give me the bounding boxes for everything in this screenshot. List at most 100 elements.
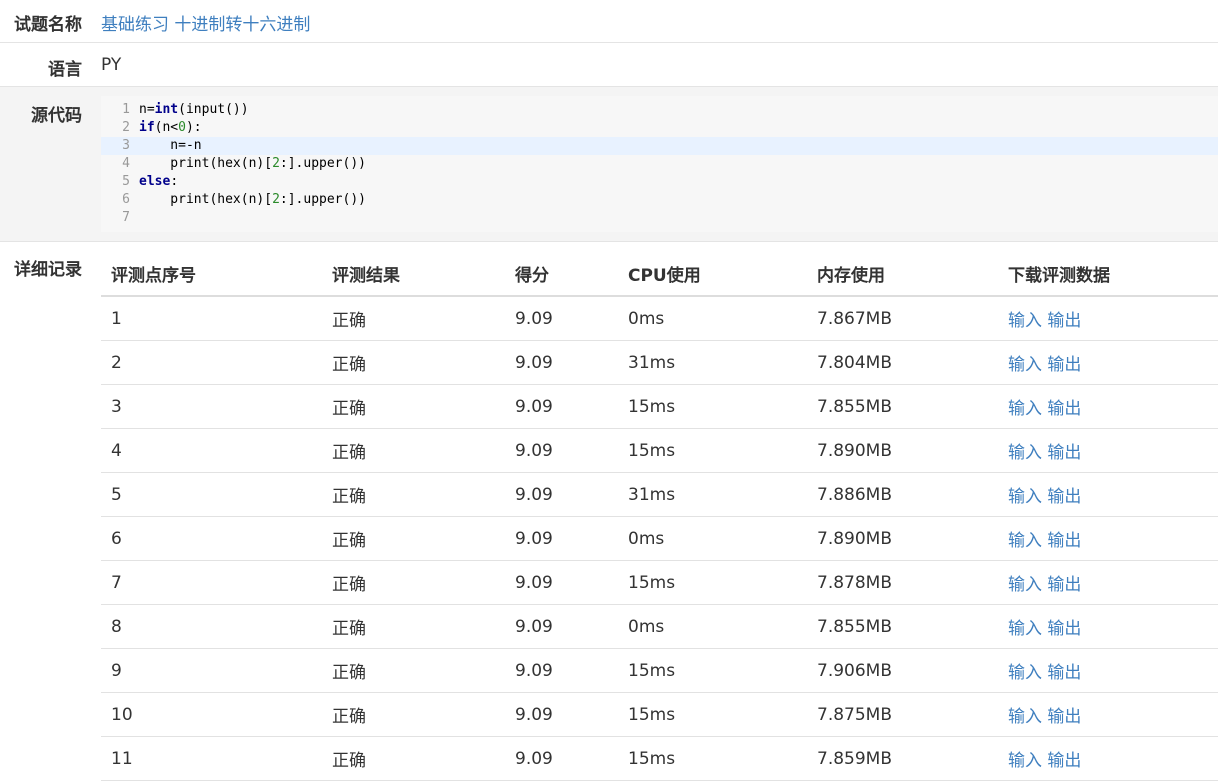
download-cell: 输入 输出 (998, 692, 1218, 737)
download-output-link[interactable]: 输出 (1047, 443, 1081, 463)
download-cell: 输入 输出 (998, 296, 1218, 341)
problem-title-row: 试题名称 基础练习 十进制转十六进制 (0, 0, 1218, 43)
download-output-link[interactable]: 输出 (1047, 399, 1081, 419)
memory-cell: 7.878MB (807, 560, 998, 605)
header-score: 得分 (505, 252, 618, 297)
result-cell: 正确 (322, 560, 505, 605)
header-download: 下载评测数据 (998, 252, 1218, 297)
score-cell: 9.09 (505, 648, 618, 693)
download-output-link[interactable]: 输出 (1047, 751, 1081, 771)
result-cell: 正确 (322, 648, 505, 693)
source-code-row: 源代码 1 n=int(input()) 2 if(n<0): 3 n=-n 4 prin… (0, 87, 1218, 242)
code-line: 4 print(hex(n)[2:].upper()) (101, 155, 1218, 173)
download-output-link[interactable]: 输出 (1047, 487, 1081, 507)
download-input-link[interactable]: 输入 (1008, 399, 1042, 419)
memory-cell: 7.906MB (807, 648, 998, 693)
line-number: 3 (122, 138, 130, 153)
code-line: 7 (101, 209, 1218, 227)
line-number: 2 (122, 120, 130, 135)
line-number: 4 (122, 156, 130, 171)
result-cell: 正确 (322, 340, 505, 385)
cpu-cell: 15ms (618, 648, 807, 693)
cpu-cell: 0ms (618, 516, 807, 561)
cpu-cell: 15ms (618, 736, 807, 781)
test-id-cell: 3 (101, 384, 322, 429)
header-cpu: CPU使用 (618, 252, 807, 297)
download-input-link[interactable]: 输入 (1008, 355, 1042, 375)
result-cell: 正确 (322, 384, 505, 429)
code-text: n=int(input()) (139, 102, 249, 117)
header-memory: 内存使用 (807, 252, 998, 297)
test-results-table: 评测点序号 评测结果 得分 CPU使用 内存使用 下载评测数据 1 正确 9.09 0… (101, 252, 1218, 781)
download-input-link[interactable]: 输入 (1008, 311, 1042, 331)
download-cell: 输入 输出 (998, 736, 1218, 781)
cpu-cell: 15ms (618, 384, 807, 429)
language-label: 语言 (48, 60, 82, 80)
test-id-cell: 6 (101, 516, 322, 561)
code-editor[interactable]: 1 n=int(input()) 2 if(n<0): 3 n=-n 4 print(he… (101, 96, 1218, 232)
download-output-link[interactable]: 输出 (1047, 531, 1081, 551)
table-header-row: 评测点序号 评测结果 得分 CPU使用 内存使用 下载评测数据 (101, 252, 1218, 297)
test-id-cell: 4 (101, 428, 322, 473)
score-cell: 9.09 (505, 472, 618, 517)
table-row: 4 正确 9.09 15ms 7.890MB 输入 输出 (101, 428, 1218, 473)
result-cell: 正确 (322, 736, 505, 781)
table-row: 2 正确 9.09 31ms 7.804MB 输入 输出 (101, 340, 1218, 385)
problem-title-link[interactable]: 基础练习 十进制转十六进制 (101, 10, 310, 35)
table-row: 10 正确 9.09 15ms 7.875MB 输入 输出 (101, 692, 1218, 737)
table-row: 6 正确 9.09 0ms 7.890MB 输入 输出 (101, 516, 1218, 561)
table-row: 3 正确 9.09 15ms 7.855MB 输入 输出 (101, 384, 1218, 429)
code-line: 5 else: (101, 173, 1218, 191)
memory-cell: 7.859MB (807, 736, 998, 781)
result-cell: 正确 (322, 516, 505, 561)
test-id-cell: 7 (101, 560, 322, 605)
download-input-link[interactable]: 输入 (1008, 487, 1042, 507)
result-cell: 正确 (322, 428, 505, 473)
code-text: if(n<0): (139, 120, 202, 135)
table-row: 5 正确 9.09 31ms 7.886MB 输入 输出 (101, 472, 1218, 517)
score-cell: 9.09 (505, 692, 618, 737)
test-id-cell: 11 (101, 736, 322, 781)
test-id-cell: 10 (101, 692, 322, 737)
download-input-link[interactable]: 输入 (1008, 443, 1042, 463)
download-output-link[interactable]: 输出 (1047, 619, 1081, 639)
download-input-link[interactable]: 输入 (1008, 751, 1042, 771)
memory-cell: 7.804MB (807, 340, 998, 385)
score-cell: 9.09 (505, 516, 618, 561)
download-output-link[interactable]: 输出 (1047, 311, 1081, 331)
cpu-cell: 15ms (618, 692, 807, 737)
cpu-cell: 15ms (618, 428, 807, 473)
memory-cell: 7.855MB (807, 384, 998, 429)
download-input-link[interactable]: 输入 (1008, 531, 1042, 551)
code-text: n=-n (139, 138, 202, 153)
result-cell: 正确 (322, 692, 505, 737)
table-row: 1 正确 9.09 0ms 7.867MB 输入 输出 (101, 296, 1218, 341)
detail-record-row: 详细记录 评测点序号 评测结果 得分 CPU使用 内存使用 下载评测数据 1 正确… (0, 242, 1218, 782)
download-input-link[interactable]: 输入 (1008, 619, 1042, 639)
score-cell: 9.09 (505, 604, 618, 649)
score-cell: 9.09 (505, 428, 618, 473)
download-output-link[interactable]: 输出 (1047, 663, 1081, 683)
test-id-cell: 9 (101, 648, 322, 693)
download-input-link[interactable]: 输入 (1008, 575, 1042, 595)
cpu-cell: 31ms (618, 340, 807, 385)
download-input-link[interactable]: 输入 (1008, 663, 1042, 683)
download-cell: 输入 输出 (998, 516, 1218, 561)
download-input-link[interactable]: 输入 (1008, 707, 1042, 727)
table-row: 9 正确 9.09 15ms 7.906MB 输入 输出 (101, 648, 1218, 693)
download-output-link[interactable]: 输出 (1047, 707, 1081, 727)
download-cell: 输入 输出 (998, 604, 1218, 649)
score-cell: 9.09 (505, 384, 618, 429)
table-row: 8 正确 9.09 0ms 7.855MB 输入 输出 (101, 604, 1218, 649)
memory-cell: 7.886MB (807, 472, 998, 517)
header-result: 评测结果 (322, 252, 505, 297)
download-output-link[interactable]: 输出 (1047, 355, 1081, 375)
problem-title-label: 试题名称 (14, 15, 82, 35)
download-output-link[interactable]: 输出 (1047, 575, 1081, 595)
code-line: 1 n=int(input()) (101, 101, 1218, 119)
table-row: 7 正确 9.09 15ms 7.878MB 输入 输出 (101, 560, 1218, 605)
code-line: 2 if(n<0): (101, 119, 1218, 137)
cpu-cell: 15ms (618, 560, 807, 605)
language-value: PY (101, 55, 122, 75)
download-cell: 输入 输出 (998, 560, 1218, 605)
